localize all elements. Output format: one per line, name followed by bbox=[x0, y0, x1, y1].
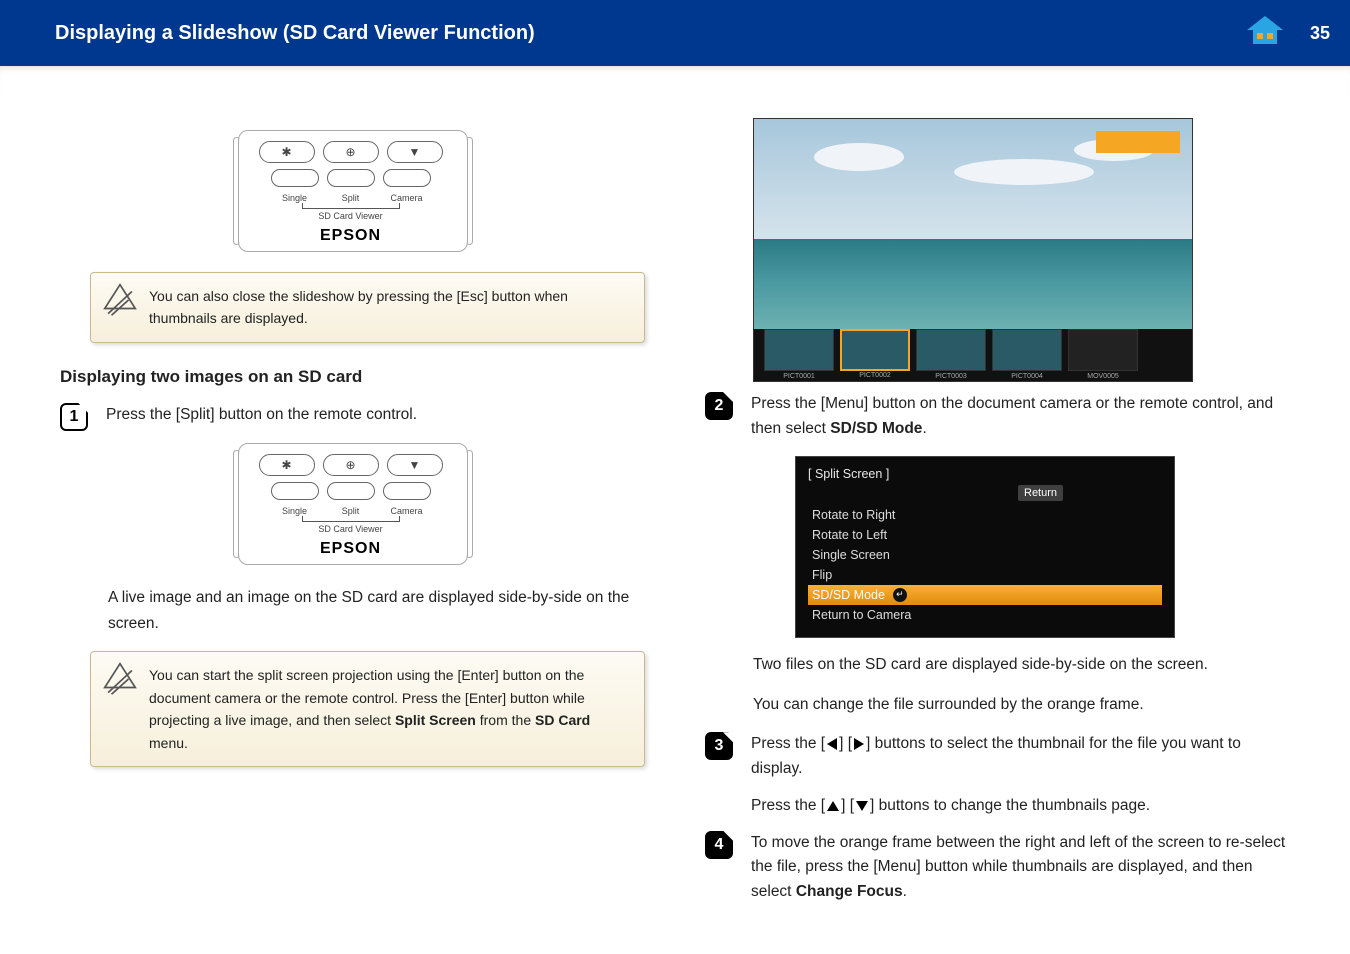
single-label: Single bbox=[271, 506, 319, 516]
zoom-plus-button-icon: ⊕ bbox=[323, 141, 379, 163]
menu-return: Return bbox=[1018, 485, 1063, 501]
step4-text: To move the orange frame between the rig… bbox=[751, 831, 1290, 905]
thumb-5: MOV0005 bbox=[1068, 329, 1138, 371]
step3-text: Press the [] [] buttons to select the th… bbox=[751, 732, 1290, 818]
split-label: Split bbox=[327, 193, 375, 203]
single-button-icon bbox=[271, 482, 319, 500]
home-top-button[interactable]: TOP bbox=[1240, 16, 1290, 66]
orange-selection-box bbox=[1096, 131, 1180, 153]
up-arrow-icon bbox=[827, 801, 839, 811]
note1-text: You can also close the slideshow by pres… bbox=[149, 288, 568, 326]
freeze-button-icon: ✱ bbox=[259, 454, 315, 476]
enter-icon: ↵ bbox=[893, 588, 907, 602]
page-number: 35 bbox=[1310, 23, 1330, 44]
menu-title: [ Split Screen ] bbox=[808, 467, 1162, 481]
after-menu-2: You can change the file surrounded by th… bbox=[753, 692, 1290, 718]
menu-item-rotate-left: Rotate to Left bbox=[808, 525, 1162, 545]
header-right: TOP 35 bbox=[1240, 16, 1330, 51]
step-3: 3 Press the [] [] buttons to select the … bbox=[705, 732, 1290, 818]
step-number-1: 1 bbox=[60, 403, 88, 431]
step-1: 1 Press the [Split] button on the remote… bbox=[60, 403, 645, 431]
note2-c: from the bbox=[480, 712, 535, 728]
menu-item-flip: Flip bbox=[808, 565, 1162, 585]
page-title: Displaying a Slideshow (SD Card Viewer F… bbox=[55, 22, 535, 45]
step-number-3: 3 bbox=[705, 732, 733, 760]
single-label: Single bbox=[271, 193, 319, 203]
display-screenshot: PICT0001 PICT0002 PICT0003 PICT0004 MOV0… bbox=[753, 118, 1193, 382]
after-step1-text: A live image and an image on the SD card… bbox=[108, 585, 645, 638]
sd-viewer-label: SD Card Viewer bbox=[247, 524, 455, 534]
freeze-button-icon: ✱ bbox=[259, 141, 315, 163]
page-header: Displaying a Slideshow (SD Card Viewer F… bbox=[0, 0, 1350, 66]
camera-button-icon bbox=[383, 482, 431, 500]
menu-screenshot: [ Split Screen ] Return Rotate to Right … bbox=[795, 456, 1175, 638]
note-box-2: You can start the split screen projectio… bbox=[90, 651, 645, 767]
step-2: 2 Press the [Menu] button on the documen… bbox=[705, 392, 1290, 442]
note-icon bbox=[103, 662, 137, 696]
menu-item-rotate-right: Rotate to Right bbox=[808, 505, 1162, 525]
step1-text: Press the [Split] button on the remote c… bbox=[106, 403, 645, 431]
remote-illustration-1: ✱ ⊕ ▼ Single Split Camera SD Card Viewer… bbox=[60, 130, 645, 252]
down-button-icon: ▼ bbox=[387, 454, 443, 476]
note2-b: Split Screen bbox=[395, 712, 476, 728]
thumb-1: PICT0001 bbox=[764, 329, 834, 371]
camera-button-icon bbox=[383, 169, 431, 187]
camera-label: Camera bbox=[383, 506, 431, 516]
camera-label: Camera bbox=[383, 193, 431, 203]
split-label: Split bbox=[327, 506, 375, 516]
left-column: ✱ ⊕ ▼ Single Split Camera SD Card Viewer… bbox=[60, 118, 645, 924]
step2-text: Press the [Menu] button on the document … bbox=[751, 392, 1290, 442]
step-4: 4 To move the orange frame between the r… bbox=[705, 831, 1290, 905]
brand-label: EPSON bbox=[247, 540, 455, 558]
menu-item-single-screen: Single Screen bbox=[808, 545, 1162, 565]
subheading: Displaying two images on an SD card bbox=[60, 367, 645, 387]
remote-illustration-2: ✱ ⊕ ▼ Single Split Camera SD Card Viewer… bbox=[60, 443, 645, 565]
content-area: ✱ ⊕ ▼ Single Split Camera SD Card Viewer… bbox=[0, 100, 1350, 954]
down-arrow-icon bbox=[856, 801, 868, 811]
step-number-4: 4 bbox=[705, 831, 733, 859]
note2-d: SD Card bbox=[535, 712, 590, 728]
note-icon bbox=[103, 283, 137, 317]
top-label: TOP bbox=[1240, 44, 1290, 56]
thumb-3: PICT0003 bbox=[916, 329, 986, 371]
split-button-icon bbox=[327, 169, 375, 187]
thumb-4: PICT0004 bbox=[992, 329, 1062, 371]
menu-item-return-camera: Return to Camera bbox=[808, 605, 1162, 625]
split-button-icon bbox=[327, 482, 375, 500]
right-column: PICT0001 PICT0002 PICT0003 PICT0004 MOV0… bbox=[705, 118, 1290, 924]
right-arrow-icon bbox=[854, 738, 864, 750]
left-arrow-icon bbox=[827, 738, 837, 750]
down-button-icon: ▼ bbox=[387, 141, 443, 163]
menu-item-sd-sd-mode: SD/SD Mode↵ bbox=[808, 585, 1162, 605]
brand-label: EPSON bbox=[247, 227, 455, 245]
sd-viewer-label: SD Card Viewer bbox=[247, 211, 455, 221]
note-box-1: You can also close the slideshow by pres… bbox=[90, 272, 645, 343]
thumb-2-active: PICT0002 bbox=[840, 329, 910, 371]
note2-e: menu. bbox=[149, 735, 188, 751]
thumbnail-strip: PICT0001 PICT0002 PICT0003 PICT0004 MOV0… bbox=[764, 327, 1182, 373]
step-number-2: 2 bbox=[705, 392, 733, 420]
zoom-plus-button-icon: ⊕ bbox=[323, 454, 379, 476]
after-menu-1: Two files on the SD card are displayed s… bbox=[753, 652, 1290, 678]
single-button-icon bbox=[271, 169, 319, 187]
